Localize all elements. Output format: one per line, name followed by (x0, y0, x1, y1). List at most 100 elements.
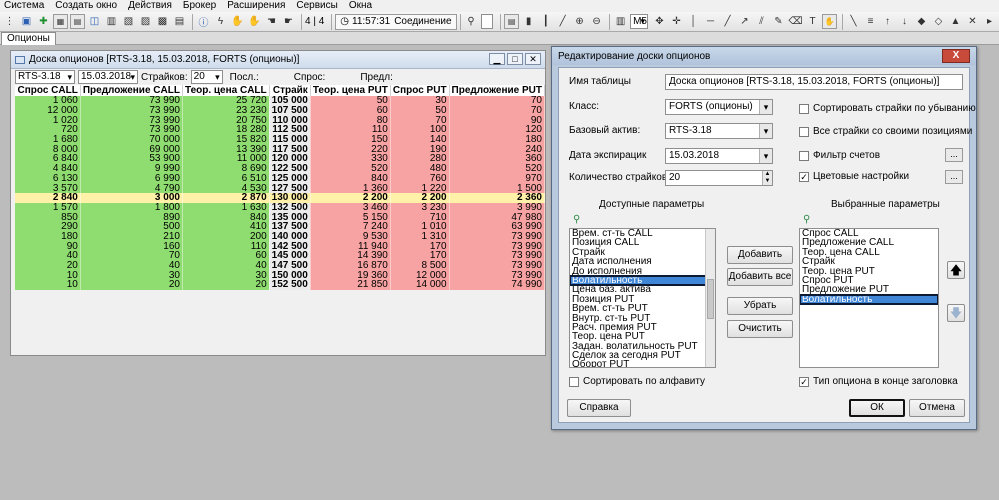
account-filter-dots-button[interactable]: ... (945, 148, 963, 162)
color-settings-checkbox[interactable]: ✓ (799, 172, 809, 182)
dialog-close-icon[interactable]: X (942, 49, 970, 63)
dialog-titlebar[interactable]: Редактирование доски опционов X (552, 47, 976, 65)
lightning-icon[interactable]: ϟ (213, 14, 228, 29)
color-settings-dots-button[interactable]: ... (945, 170, 963, 184)
channel-icon[interactable]: ⫽ (754, 14, 769, 29)
menu-create-window[interactable]: Создать окно (55, 0, 117, 12)
add-button[interactable]: Добавить (727, 246, 793, 264)
class-select[interactable]: FORTS (опционы) (665, 99, 773, 115)
sort-desc-checkbox[interactable] (799, 104, 809, 114)
menu-system[interactable]: Система (4, 0, 44, 12)
stop-icon[interactable]: ☛ (281, 14, 296, 29)
menu-services[interactable]: Сервисы (296, 0, 337, 12)
hand-icon[interactable]: ☚ (264, 14, 279, 29)
available-params-list[interactable]: Врем. ст-ть CALL Позиция CALL Страйк Дата и… (569, 228, 716, 368)
table-icon[interactable]: ▦ (53, 14, 68, 29)
col-theor-call[interactable]: Теор. цена CALL (182, 85, 270, 96)
col-ask-call[interactable]: Предложение CALL (80, 85, 183, 96)
help-button[interactable]: Справка (567, 399, 631, 417)
move-up-icon[interactable]: 🡅 (947, 261, 965, 279)
col-bid-put[interactable]: Спрос PUT (390, 85, 450, 96)
fibonacci-icon[interactable]: ≡ (863, 14, 878, 29)
strikes-spinner[interactable]: ▲ ▼ (762, 171, 772, 185)
trend-line-icon[interactable]: ╱ (720, 14, 735, 29)
account-filter-checkbox[interactable] (799, 151, 809, 161)
add-all-button[interactable]: Добавить все (727, 268, 793, 286)
draw-line-icon[interactable]: ╲ (846, 14, 861, 29)
text-tool-icon[interactable]: T (805, 14, 820, 29)
bars-icon[interactable]: ┃ (538, 14, 553, 29)
strikes-count-input[interactable]: 20 (665, 170, 773, 186)
clear-button[interactable]: Очистить (727, 320, 793, 338)
limits-icon[interactable]: ▩ (155, 14, 170, 29)
remove-button[interactable]: Убрать (727, 297, 793, 315)
cancel-button[interactable]: Отмена (909, 399, 965, 417)
col-ask-put[interactable]: Предложение PUT (449, 85, 546, 96)
eraser-icon[interactable]: ⌫ (788, 14, 803, 29)
expiration-select[interactable]: 15.03.2018 (665, 148, 773, 164)
minimize-icon[interactable]: ▁ (489, 53, 505, 65)
add-icon[interactable]: ✚ (36, 14, 51, 29)
candles-icon[interactable]: ▮ (521, 14, 536, 29)
chart-type-icon[interactable]: ▥ (613, 14, 628, 29)
strikes-select[interactable]: 20 (190, 70, 223, 84)
pencil-icon[interactable]: ✎ (771, 14, 786, 29)
horizontal-line-icon[interactable]: ─ (703, 14, 718, 29)
move-down-icon[interactable]: 🡇 (947, 304, 965, 322)
col-theor-put[interactable]: Теор. цена PUT (310, 85, 391, 96)
spin-up-icon[interactable]: ▲ (763, 171, 772, 178)
table-row[interactable]: 6 130 6 990 6 510 125 000 840 760 970 (15, 173, 546, 184)
orders-icon[interactable]: ▥ (104, 14, 119, 29)
scrollbar-thumb[interactable] (707, 279, 714, 319)
thumb-up-icon[interactable]: ✋ (230, 14, 245, 29)
selected-params-list[interactable]: Спрос CALL Предложение CALL Теор. цена CAL… (799, 228, 939, 368)
date-select[interactable]: 15.03.2018 (78, 70, 138, 84)
selected-param-item[interactable]: Волатильность (800, 293, 938, 306)
trades-icon[interactable]: ◫ (87, 14, 102, 29)
table-name-input[interactable]: Доска опционов [RTS-3.18, 15.03.2018, FO… (665, 74, 963, 90)
vertical-line-icon[interactable]: │ (686, 14, 701, 29)
all-strikes-checkbox[interactable] (799, 127, 809, 137)
table-row[interactable]: 10 20 20 152 500 21 850 14 000 74 990 (15, 280, 546, 290)
asset-select[interactable]: RTS-3.18 (15, 70, 75, 84)
cross-icon[interactable]: ✕ (965, 14, 980, 29)
maximize-icon[interactable]: □ (507, 53, 523, 65)
interval-select[interactable]: M5 (630, 14, 648, 29)
ok-button[interactable]: ОК (849, 399, 905, 417)
crosshair-icon[interactable]: ✛ (669, 14, 684, 29)
available-list-scrollbar[interactable] (705, 229, 715, 367)
arrow-down-icon[interactable]: ↓ (897, 14, 912, 29)
portfolio-icon[interactable]: ▨ (138, 14, 153, 29)
connection-status[interactable]: ◷ 11:57:31 Соединение (335, 13, 457, 30)
table-row[interactable]: 180 210 200 140 000 9 530 1 310 73 990 (15, 231, 546, 242)
col-bid-call[interactable]: Спрос CALL (15, 85, 81, 96)
spin-down-icon[interactable]: ▼ (763, 178, 772, 185)
menu-actions[interactable]: Действия (128, 0, 172, 12)
window-list-icon[interactable]: ▤ (504, 14, 520, 29)
diamond-outline-icon[interactable]: ◇ (931, 14, 946, 29)
quotes-icon[interactable]: ▤ (70, 14, 85, 29)
table-row[interactable]: 1 570 1 800 1 630 132 500 3 460 3 230 3 990 (15, 202, 546, 213)
tab-options[interactable]: Опционы (1, 32, 56, 45)
base-asset-select[interactable]: RTS-3.18 (665, 123, 773, 139)
col-strike[interactable]: Страйк (269, 85, 311, 96)
menu-extensions[interactable]: Расширения (227, 0, 285, 12)
more-tools-icon[interactable]: ▸ (982, 14, 997, 29)
menu-windows[interactable]: Окна (349, 0, 372, 12)
close-icon[interactable]: ✕ (525, 53, 541, 65)
search-icon[interactable]: ⚲ (464, 14, 479, 29)
line-chart-icon[interactable]: ╱ (555, 14, 570, 29)
sort-alpha-checkbox[interactable] (569, 377, 579, 387)
board-titlebar[interactable]: Доска опционов [RTS-3.18, 15.03.2018, FO… (11, 51, 545, 69)
search-input[interactable] (480, 14, 494, 29)
new-window-icon[interactable]: ▣ (19, 14, 34, 29)
available-param-item[interactable]: Оборот PUT (570, 360, 715, 367)
pan-hand-icon[interactable]: ✋ (822, 14, 837, 29)
cursor-icon[interactable]: ✥ (652, 14, 667, 29)
diamond-icon[interactable]: ◆ (914, 14, 929, 29)
thumb-down-icon[interactable]: ✋ (247, 14, 262, 29)
table-row[interactable]: 12 000 73 990 23 230 107 500 60 50 70 (15, 105, 546, 116)
triangle-icon[interactable]: ▲ (948, 14, 963, 29)
zoom-in-icon[interactable]: ⊕ (572, 14, 587, 29)
positions-icon[interactable]: ▤ (172, 14, 187, 29)
